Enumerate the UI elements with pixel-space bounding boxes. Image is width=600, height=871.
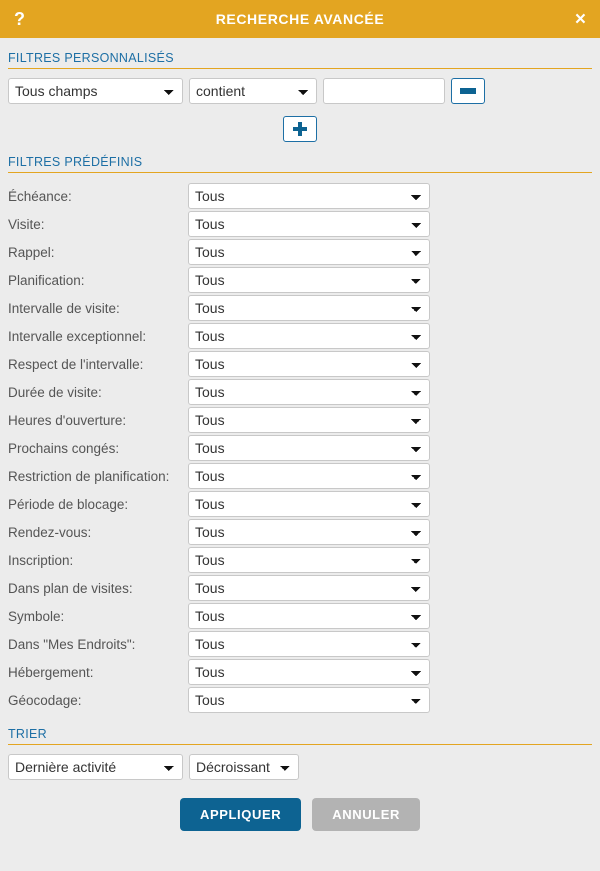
predefined-filter-select[interactable]: Tous	[188, 239, 430, 265]
predefined-filter-label: Prochains congés:	[8, 440, 120, 456]
dialog-titlebar: ? RECHERCHE AVANCÉE ×	[0, 0, 600, 38]
predefined-filter-select[interactable]: Tous	[188, 407, 430, 433]
predefined-filters-list: Échéance: Tous Visite: Tous Rappel: Tous Plani…	[8, 182, 592, 714]
predefined-filter-select[interactable]: Tous	[188, 183, 430, 209]
predefined-filter-row: Rappel: Tous	[8, 238, 592, 266]
predefined-filter-row: Dans plan de visites: Tous	[8, 574, 592, 602]
sort-heading: TRIER	[8, 714, 592, 745]
predefined-filter-row: Respect de l'intervalle: Tous	[8, 350, 592, 378]
predefined-filter-select[interactable]: Tous	[188, 603, 430, 629]
predefined-filter-label: Dans "Mes Endroits":	[8, 636, 136, 652]
predefined-filter-row: Visite: Tous	[8, 210, 592, 238]
predefined-filter-row: Restriction de planification: Tous	[8, 462, 592, 490]
predefined-filter-select[interactable]: Tous	[188, 519, 430, 545]
add-filter-row	[8, 116, 592, 142]
predefined-filter-label: Rendez-vous:	[8, 524, 92, 540]
predefined-filter-select[interactable]: Tous	[188, 575, 430, 601]
predefined-filter-row: Durée de visite: Tous	[8, 378, 592, 406]
dialog-actions: APPLIQUER ANNULER	[8, 798, 592, 831]
help-icon[interactable]: ?	[14, 10, 25, 28]
predefined-filter-label: Géocodage:	[8, 692, 82, 708]
predefined-filter-row: Prochains congés: Tous	[8, 434, 592, 462]
custom-filter-field-select[interactable]: Tous champs	[8, 78, 183, 104]
predefined-filter-select[interactable]: Tous	[188, 379, 430, 405]
custom-filter-row: Tous champs contient	[8, 78, 592, 104]
apply-button[interactable]: APPLIQUER	[179, 798, 302, 831]
predefined-filter-label: Symbole:	[8, 608, 65, 624]
predefined-filter-row: Géocodage: Tous	[8, 686, 592, 714]
predefined-filter-label: Dans plan de visites:	[8, 580, 133, 596]
predefined-filter-label: Respect de l'intervalle:	[8, 356, 144, 372]
predefined-filter-row: Hébergement: Tous	[8, 658, 592, 686]
predefined-filter-label: Durée de visite:	[8, 384, 102, 400]
close-icon[interactable]: ×	[575, 10, 586, 29]
predefined-filter-label: Heures d'ouverture:	[8, 412, 127, 428]
custom-filters-heading: FILTRES PERSONNALISÉS	[8, 38, 592, 69]
predefined-filter-select[interactable]: Tous	[188, 435, 430, 461]
predefined-filter-select[interactable]: Tous	[188, 631, 430, 657]
predefined-filter-row: Intervalle exceptionnel: Tous	[8, 322, 592, 350]
predefined-filter-select[interactable]: Tous	[188, 491, 430, 517]
plus-icon	[293, 122, 307, 136]
predefined-filter-label: Intervalle exceptionnel:	[8, 328, 147, 344]
predefined-filter-select[interactable]: Tous	[188, 463, 430, 489]
predefined-filter-label: Inscription:	[8, 552, 74, 568]
predefined-filter-select[interactable]: Tous	[188, 659, 430, 685]
predefined-filter-row: Symbole: Tous	[8, 602, 592, 630]
predefined-filter-row: Échéance: Tous	[8, 182, 592, 210]
minus-icon	[460, 88, 476, 94]
predefined-filter-select[interactable]: Tous	[188, 323, 430, 349]
predefined-filter-label: Période de blocage:	[8, 496, 129, 512]
sort-by-select[interactable]: Dernière activité	[8, 754, 183, 780]
predefined-filter-label: Échéance:	[8, 188, 72, 204]
sort-direction-select[interactable]: Décroissant	[189, 754, 299, 780]
predefined-filter-select[interactable]: Tous	[188, 211, 430, 237]
add-filter-button[interactable]	[283, 116, 317, 142]
predefined-filter-row: Rendez-vous: Tous	[8, 518, 592, 546]
custom-filter-operator-select[interactable]: contient	[189, 78, 317, 104]
custom-filter-value-input[interactable]	[323, 78, 445, 104]
predefined-filter-select[interactable]: Tous	[188, 267, 430, 293]
predefined-filter-select[interactable]: Tous	[188, 351, 430, 377]
predefined-filter-select[interactable]: Tous	[188, 687, 430, 713]
predefined-filter-label: Visite:	[8, 216, 45, 232]
predefined-filter-select[interactable]: Tous	[188, 547, 430, 573]
predefined-filter-row: Heures d'ouverture: Tous	[8, 406, 592, 434]
predefined-filter-row: Planification: Tous	[8, 266, 592, 294]
predefined-filter-label: Restriction de planification:	[8, 468, 170, 484]
cancel-button[interactable]: ANNULER	[312, 798, 420, 831]
predefined-filter-label: Intervalle de visite:	[8, 300, 120, 316]
predefined-filter-row: Inscription: Tous	[8, 546, 592, 574]
dialog-body: FILTRES PERSONNALISÉS Tous champs contie…	[0, 38, 600, 831]
predefined-filter-row: Période de blocage: Tous	[8, 490, 592, 518]
remove-filter-button[interactable]	[451, 78, 485, 104]
sort-row: Dernière activité Décroissant	[8, 754, 592, 780]
predefined-filter-label: Rappel:	[8, 244, 55, 260]
dialog-title: RECHERCHE AVANCÉE	[215, 11, 385, 27]
predefined-filters-heading: FILTRES PRÉDÉFINIS	[8, 142, 592, 173]
predefined-filter-row: Intervalle de visite: Tous	[8, 294, 592, 322]
predefined-filter-row: Dans "Mes Endroits": Tous	[8, 630, 592, 658]
predefined-filter-label: Hébergement:	[8, 664, 94, 680]
predefined-filter-select[interactable]: Tous	[188, 295, 430, 321]
predefined-filter-label: Planification:	[8, 272, 85, 288]
